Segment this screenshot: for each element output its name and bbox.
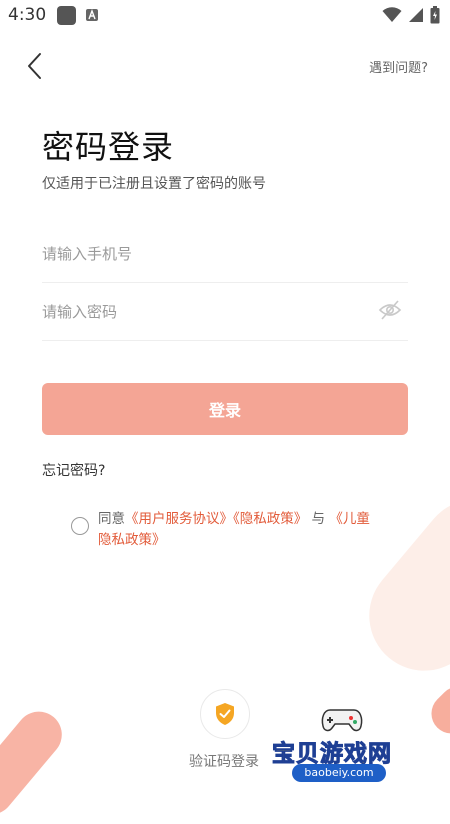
decorative-shape: [423, 678, 450, 742]
forgot-password-link[interactable]: 忘记密码?: [42, 460, 105, 480]
battery-icon: [430, 6, 440, 24]
page-title: 密码登录: [42, 128, 175, 166]
status-bar: 4:30: [0, 0, 450, 32]
user-agreement-link[interactable]: 《用户服务协议》: [125, 511, 233, 527]
wifi-icon: [382, 7, 402, 22]
code-login-button[interactable]: [200, 689, 250, 739]
signal-icon: [409, 8, 423, 22]
phone-input[interactable]: [42, 234, 362, 274]
code-login-label[interactable]: 验证码登录: [189, 751, 259, 771]
shield-check-icon: [216, 703, 234, 725]
gamepad-icon: [321, 709, 363, 732]
back-button[interactable]: [22, 50, 48, 82]
watermark-title: 宝贝游戏网: [272, 741, 392, 768]
password-input[interactable]: [42, 292, 362, 332]
status-time: 4:30: [8, 5, 47, 25]
eye-off-icon: [378, 300, 402, 320]
chevron-left-icon: [28, 53, 41, 79]
login-button[interactable]: 登录: [42, 383, 408, 435]
app-a-icon: [86, 9, 98, 21]
status-icons: [382, 6, 440, 24]
phone-field-container: [42, 226, 408, 283]
page-subtitle: 仅适用于已注册且设置了密码的账号: [42, 176, 266, 192]
agreement-text: 同意《用户服务协议》《隐私政策》 与 《儿童隐私政策》: [98, 509, 370, 551]
privacy-policy-link[interactable]: 《隐私政策》: [233, 511, 307, 527]
agreement-radio[interactable]: [71, 517, 89, 535]
decorative-shape: [0, 702, 72, 824]
watermark-logo: 宝贝游戏网 baobeiy.com: [268, 700, 418, 790]
agreement-prefix: 同意: [98, 511, 125, 527]
password-field-container: [42, 284, 408, 341]
password-visibility-toggle[interactable]: [378, 299, 402, 325]
notification-square-icon: [57, 6, 76, 25]
agreement-conjunction: 与: [311, 511, 326, 527]
help-link[interactable]: 遇到问题?: [369, 57, 428, 76]
watermark-url: baobeiy.com: [292, 764, 386, 782]
